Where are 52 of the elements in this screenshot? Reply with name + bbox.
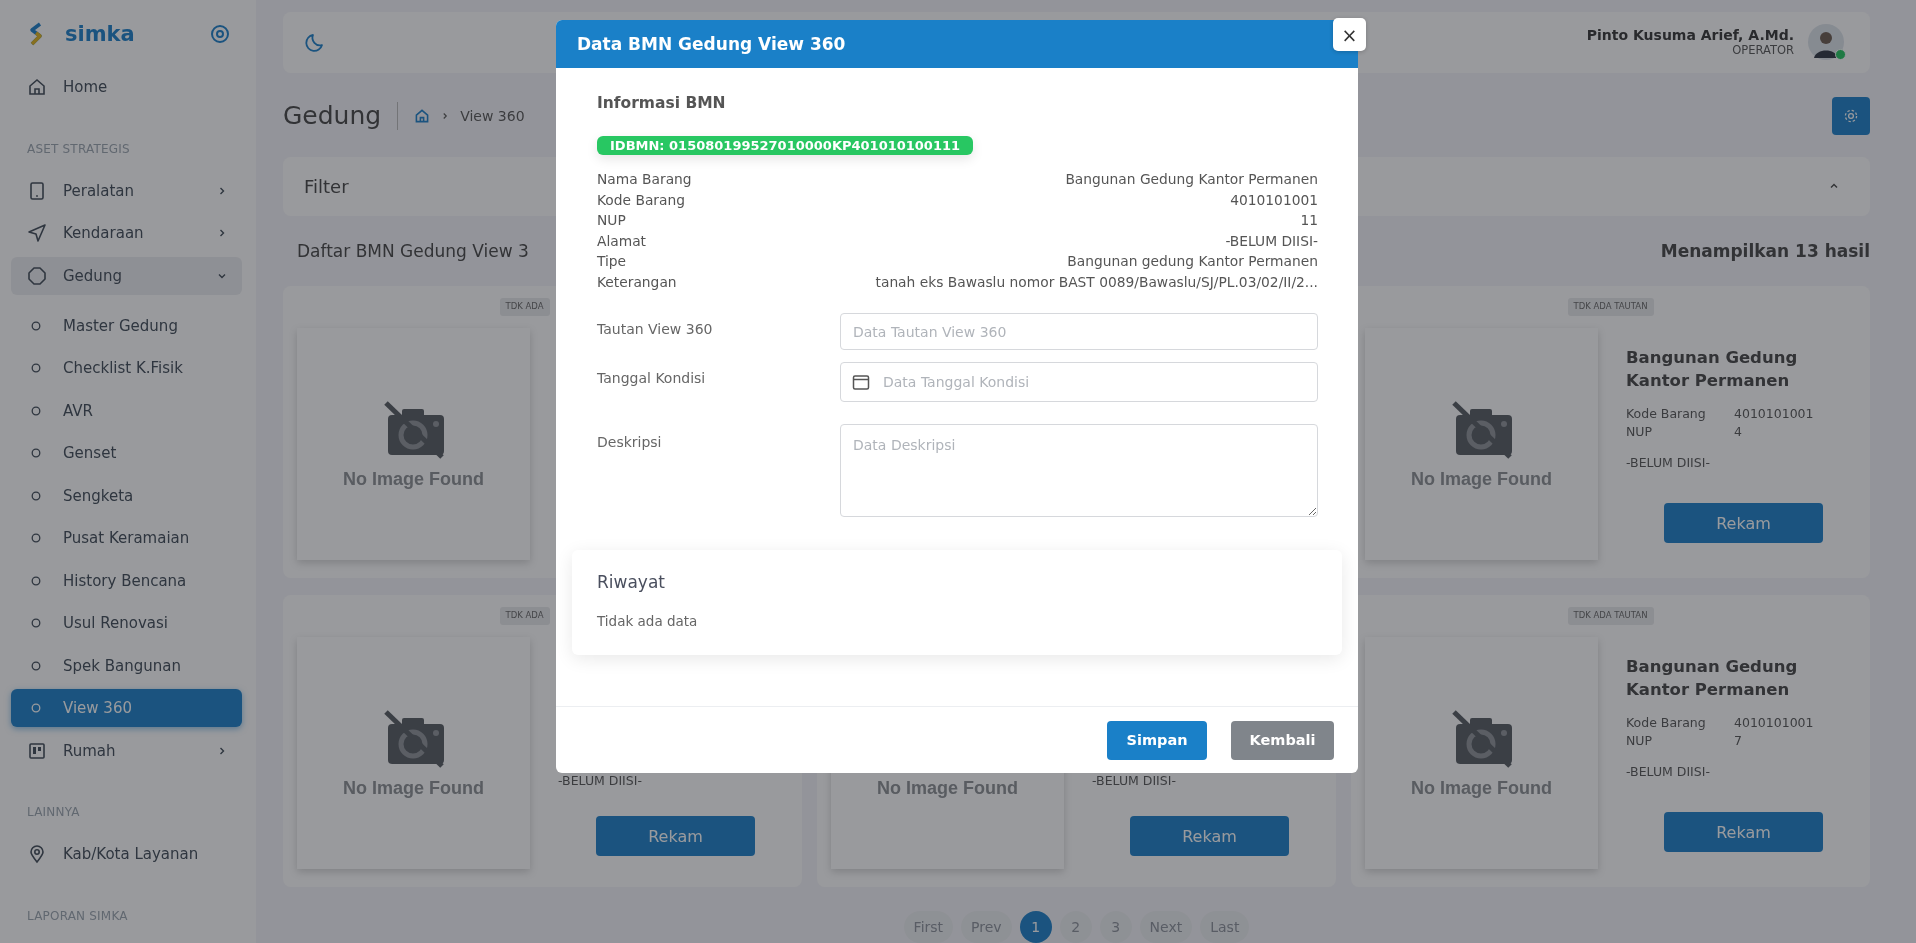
no-image-text: No Image Found	[1411, 468, 1552, 490]
user-role: OPERATOR	[1732, 43, 1794, 58]
field-label: Deskripsi	[597, 433, 663, 452]
info-label: Alamat	[597, 231, 648, 251]
field-label: NUP	[1626, 424, 1654, 439]
info-value: Bangunan Gedung Kantor Permanen	[1064, 170, 1318, 189]
section-heading: LAINNYA	[26, 805, 81, 819]
field-value: 7	[1734, 733, 1743, 748]
field-value: 4010101001	[1734, 715, 1815, 730]
address-text: -BELUM DIISI-	[1092, 773, 1177, 788]
info-value: Bangunan gedung Kantor Permanen	[1066, 252, 1318, 271]
brand-name: simka	[65, 22, 136, 46]
info-label: Tipe	[597, 252, 628, 271]
info-value: tanah eks Bawaslu nomor BAST 0089/Bawaslu/SJ/PL.03/02/II/2...	[874, 272, 1318, 292]
info-label: Kode Barang	[597, 190, 686, 210]
info-label: Keterangan	[597, 272, 678, 292]
link-status-badge: TDK ADA	[499, 607, 550, 625]
link-status-badge: TDK ADA	[499, 298, 550, 316]
no-image-text: No Image Found	[343, 468, 484, 490]
section-heading: Informasi BMN	[597, 94, 727, 112]
address-text: -BELUM DIISI-	[1626, 764, 1711, 779]
field-value: 4010101001	[1734, 406, 1815, 421]
field-label: Kode Barang	[1626, 715, 1707, 730]
info-label: Nama Barang	[597, 170, 692, 189]
info-value: 4010101001	[1229, 190, 1318, 210]
no-image-text: No Image Found	[343, 777, 484, 799]
page-title: Gedung	[283, 101, 382, 130]
field-label: Tautan View 360	[597, 320, 714, 339]
card-title: Bangunan Gedung Kantor Permanen	[1626, 347, 1799, 392]
field-label: Tanggal Kondisi	[597, 369, 707, 388]
card-title: Bangunan Gedung Kantor Permanen	[1626, 656, 1799, 701]
info-value: -BELUM DIISI-	[1224, 231, 1318, 251]
info-value: 11	[1299, 211, 1318, 230]
no-image-text: No Image Found	[877, 777, 1018, 799]
section-heading: ASET STRATEGIS	[26, 141, 131, 156]
empty-message: Tidak ada data	[597, 613, 699, 629]
link-status-badge: TDK ADA TAUTAN	[1567, 298, 1654, 316]
result-count: Menampilkan 13 hasil	[1660, 241, 1870, 261]
id-badge: IDBMN: 015080199527010000KP401010100111	[597, 136, 974, 155]
field-value: 4	[1734, 424, 1743, 439]
modal-title: Data BMN Gedung View 360	[577, 34, 846, 54]
info-label: NUP	[597, 211, 627, 230]
history-title: Riwayat	[597, 572, 666, 592]
link-status-badge: TDK ADA TAUTAN	[1567, 607, 1654, 625]
list-heading: Daftar BMN Gedung View 3	[297, 241, 529, 261]
no-image-text: No Image Found	[1411, 777, 1552, 799]
address-text: -BELUM DIISI-	[1626, 455, 1711, 470]
field-label: NUP	[1626, 733, 1654, 748]
address-text: -BELUM DIISI-	[558, 773, 643, 788]
field-label: Kode Barang	[1626, 406, 1707, 421]
section-heading: LAPORAN SIMKA	[26, 908, 129, 923]
user-name: Pinto Kusuma Arief, A.Md.	[1586, 27, 1794, 44]
